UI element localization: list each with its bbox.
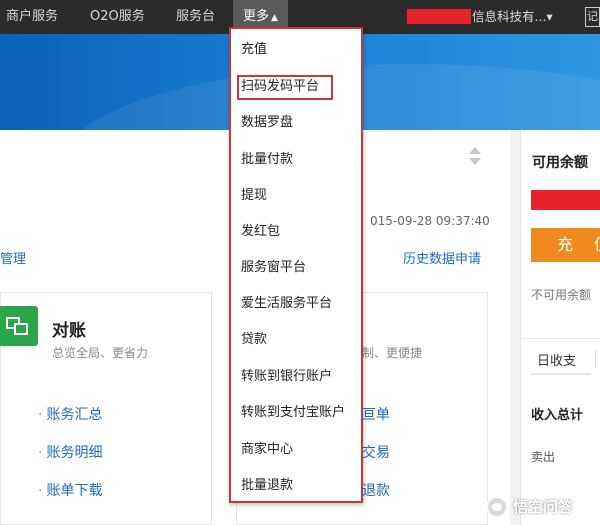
- reconciliation-title: 对账: [52, 321, 86, 341]
- income-total-label: 收入总计: [531, 408, 584, 423]
- bullet-icon: ·: [38, 483, 43, 499]
- second-card-subtitle: 制、更便捷: [362, 346, 423, 360]
- management-link[interactable]: 管理: [0, 248, 26, 267]
- menu-item-batch-refund[interactable]: 批量退款: [241, 476, 293, 496]
- account-detail-link[interactable]: · 账务明细: [38, 442, 102, 462]
- menu-item-loan[interactable]: 贷款: [241, 330, 267, 350]
- account-detail-label: 账务明细: [46, 445, 103, 461]
- unavailable-balance-label: 不可用余额: [531, 288, 592, 302]
- tab-underline: [531, 373, 591, 375]
- tab-daily-income-expense[interactable]: 日收支: [537, 350, 576, 369]
- divider: [520, 338, 600, 339]
- recharge-button[interactable]: 充 值: [531, 228, 600, 262]
- redacted-account-name: [407, 9, 471, 24]
- second-card-link-2[interactable]: 交易: [362, 442, 390, 462]
- second-card-link-3[interactable]: 退款: [362, 480, 390, 500]
- menu-item-batch-payment[interactable]: 批量付款: [241, 150, 293, 170]
- account-summary-label: 账务汇总: [46, 407, 103, 423]
- watermark-text: 悟空问答: [513, 498, 574, 516]
- nav-o2o-services[interactable]: O2O服务: [90, 0, 145, 34]
- menu-item-transfer-to-bank[interactable]: 转账到银行账户: [241, 367, 332, 387]
- sort-updown-icon[interactable]: [467, 145, 483, 167]
- menu-item-merchant-center[interactable]: 商家中心: [241, 440, 293, 460]
- sale-label: 卖出: [531, 450, 556, 464]
- menu-item-withdraw[interactable]: 提现: [241, 186, 267, 206]
- menu-item-red-envelope[interactable]: 发红包: [241, 222, 280, 242]
- bullet-icon: ·: [38, 445, 43, 461]
- last-update-timestamp: 015-09-28 09:37:40: [370, 214, 490, 228]
- bill-download-label: 账单下载: [46, 483, 103, 499]
- menu-item-service-window[interactable]: 服务窗平台: [241, 258, 306, 278]
- company-name-dropdown[interactable]: 信息科技有...▾: [472, 0, 553, 34]
- history-data-request-link[interactable]: 历史数据申请: [403, 248, 481, 267]
- second-card-link-1[interactable]: 亘单: [362, 404, 390, 424]
- reconciliation-subtitle: 总览全局、更省力: [52, 346, 149, 360]
- nav-more-label: 更多: [243, 9, 270, 24]
- account-summary-link[interactable]: · 账务汇总: [38, 404, 102, 424]
- menu-item-life-service[interactable]: 爱生活服务平台: [241, 294, 332, 314]
- highlight-box: [237, 75, 333, 100]
- nav-record-tab[interactable]: 记: [585, 7, 600, 27]
- menu-item-recharge[interactable]: 充值: [241, 40, 267, 60]
- chat-bubble-icon: [486, 496, 508, 518]
- menu-item-transfer-to-alipay[interactable]: 转账到支付宝账户: [241, 403, 345, 423]
- redacted-balance: [531, 190, 600, 210]
- tab-separator: [595, 350, 596, 368]
- caret-up-icon: ▲: [271, 13, 278, 23]
- bullet-icon: ·: [38, 407, 43, 423]
- available-balance-title: 可用余额: [532, 155, 588, 171]
- menu-item-data-compass[interactable]: 数据罗盘: [241, 113, 293, 133]
- reconciliation-icon: [0, 306, 38, 346]
- nav-merchant-services[interactable]: 商户服务: [6, 0, 58, 34]
- bill-download-link[interactable]: · 账单下载: [38, 480, 102, 500]
- nav-service-desk[interactable]: 服务台: [176, 0, 215, 34]
